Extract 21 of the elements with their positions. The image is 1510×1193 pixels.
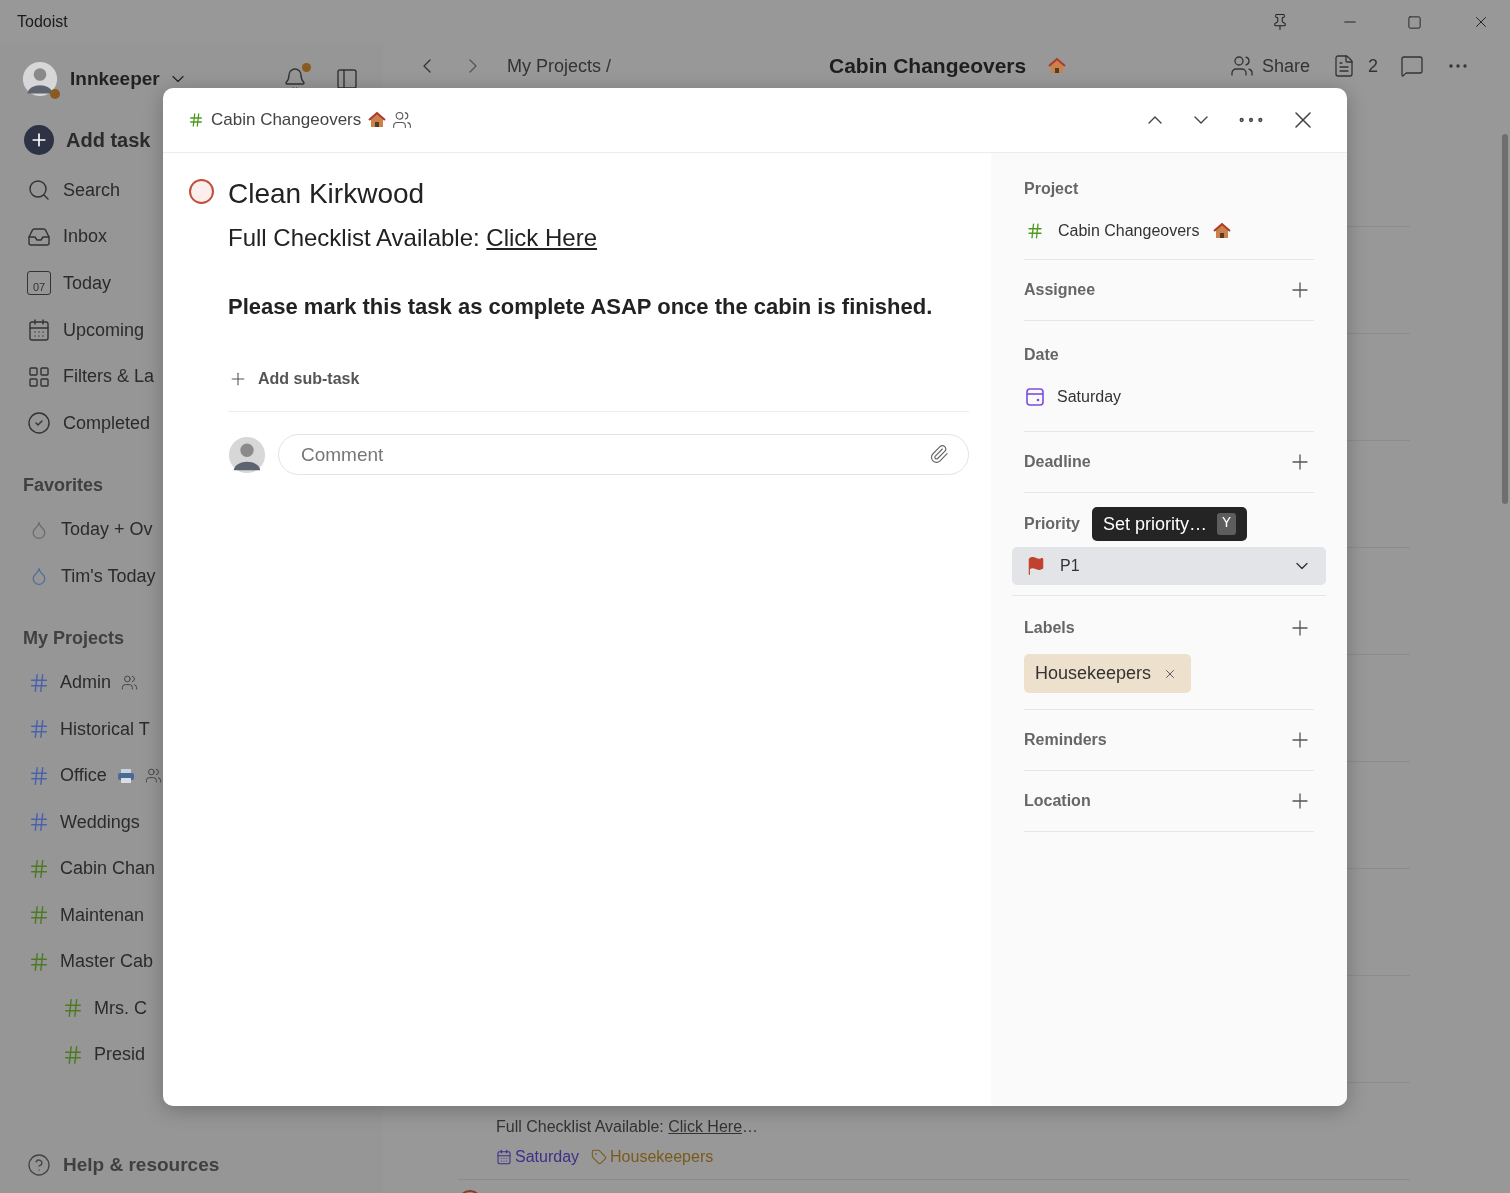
calendar-day-icon: 07 — [27, 271, 51, 296]
detail-label: Deadline — [1024, 452, 1091, 472]
detail-label: Project — [1024, 179, 1080, 199]
detail-label: Assignee — [1024, 280, 1096, 300]
detail-label: Date — [1024, 345, 1060, 365]
task-note: Please mark this task as complete ASAP once the cabin is finished. — [228, 293, 933, 321]
detail-label: Location — [1024, 791, 1091, 811]
task-label: Housekeepers — [591, 1145, 714, 1169]
window-title: Todoist — [17, 12, 68, 32]
task-description: Full Checklist Available: Click Here — [228, 223, 599, 253]
shortcut-key: Y — [1217, 512, 1237, 536]
tooltip: Set priority… Y — [1092, 507, 1248, 541]
section-heading: My Projects — [22, 626, 126, 650]
task-title: Clean Kirkwood — [228, 177, 426, 211]
section-heading: Favorites — [22, 473, 105, 497]
task-description: Full Checklist Available: Click Here… — [496, 1117, 760, 1137]
page-title: Cabin Changeovers — [829, 53, 1027, 80]
detail-label: Reminders — [1024, 730, 1107, 750]
detail-label: Labels — [1024, 618, 1075, 638]
detail-label: Priority — [1024, 514, 1080, 534]
due-date: Saturday — [496, 1145, 580, 1169]
